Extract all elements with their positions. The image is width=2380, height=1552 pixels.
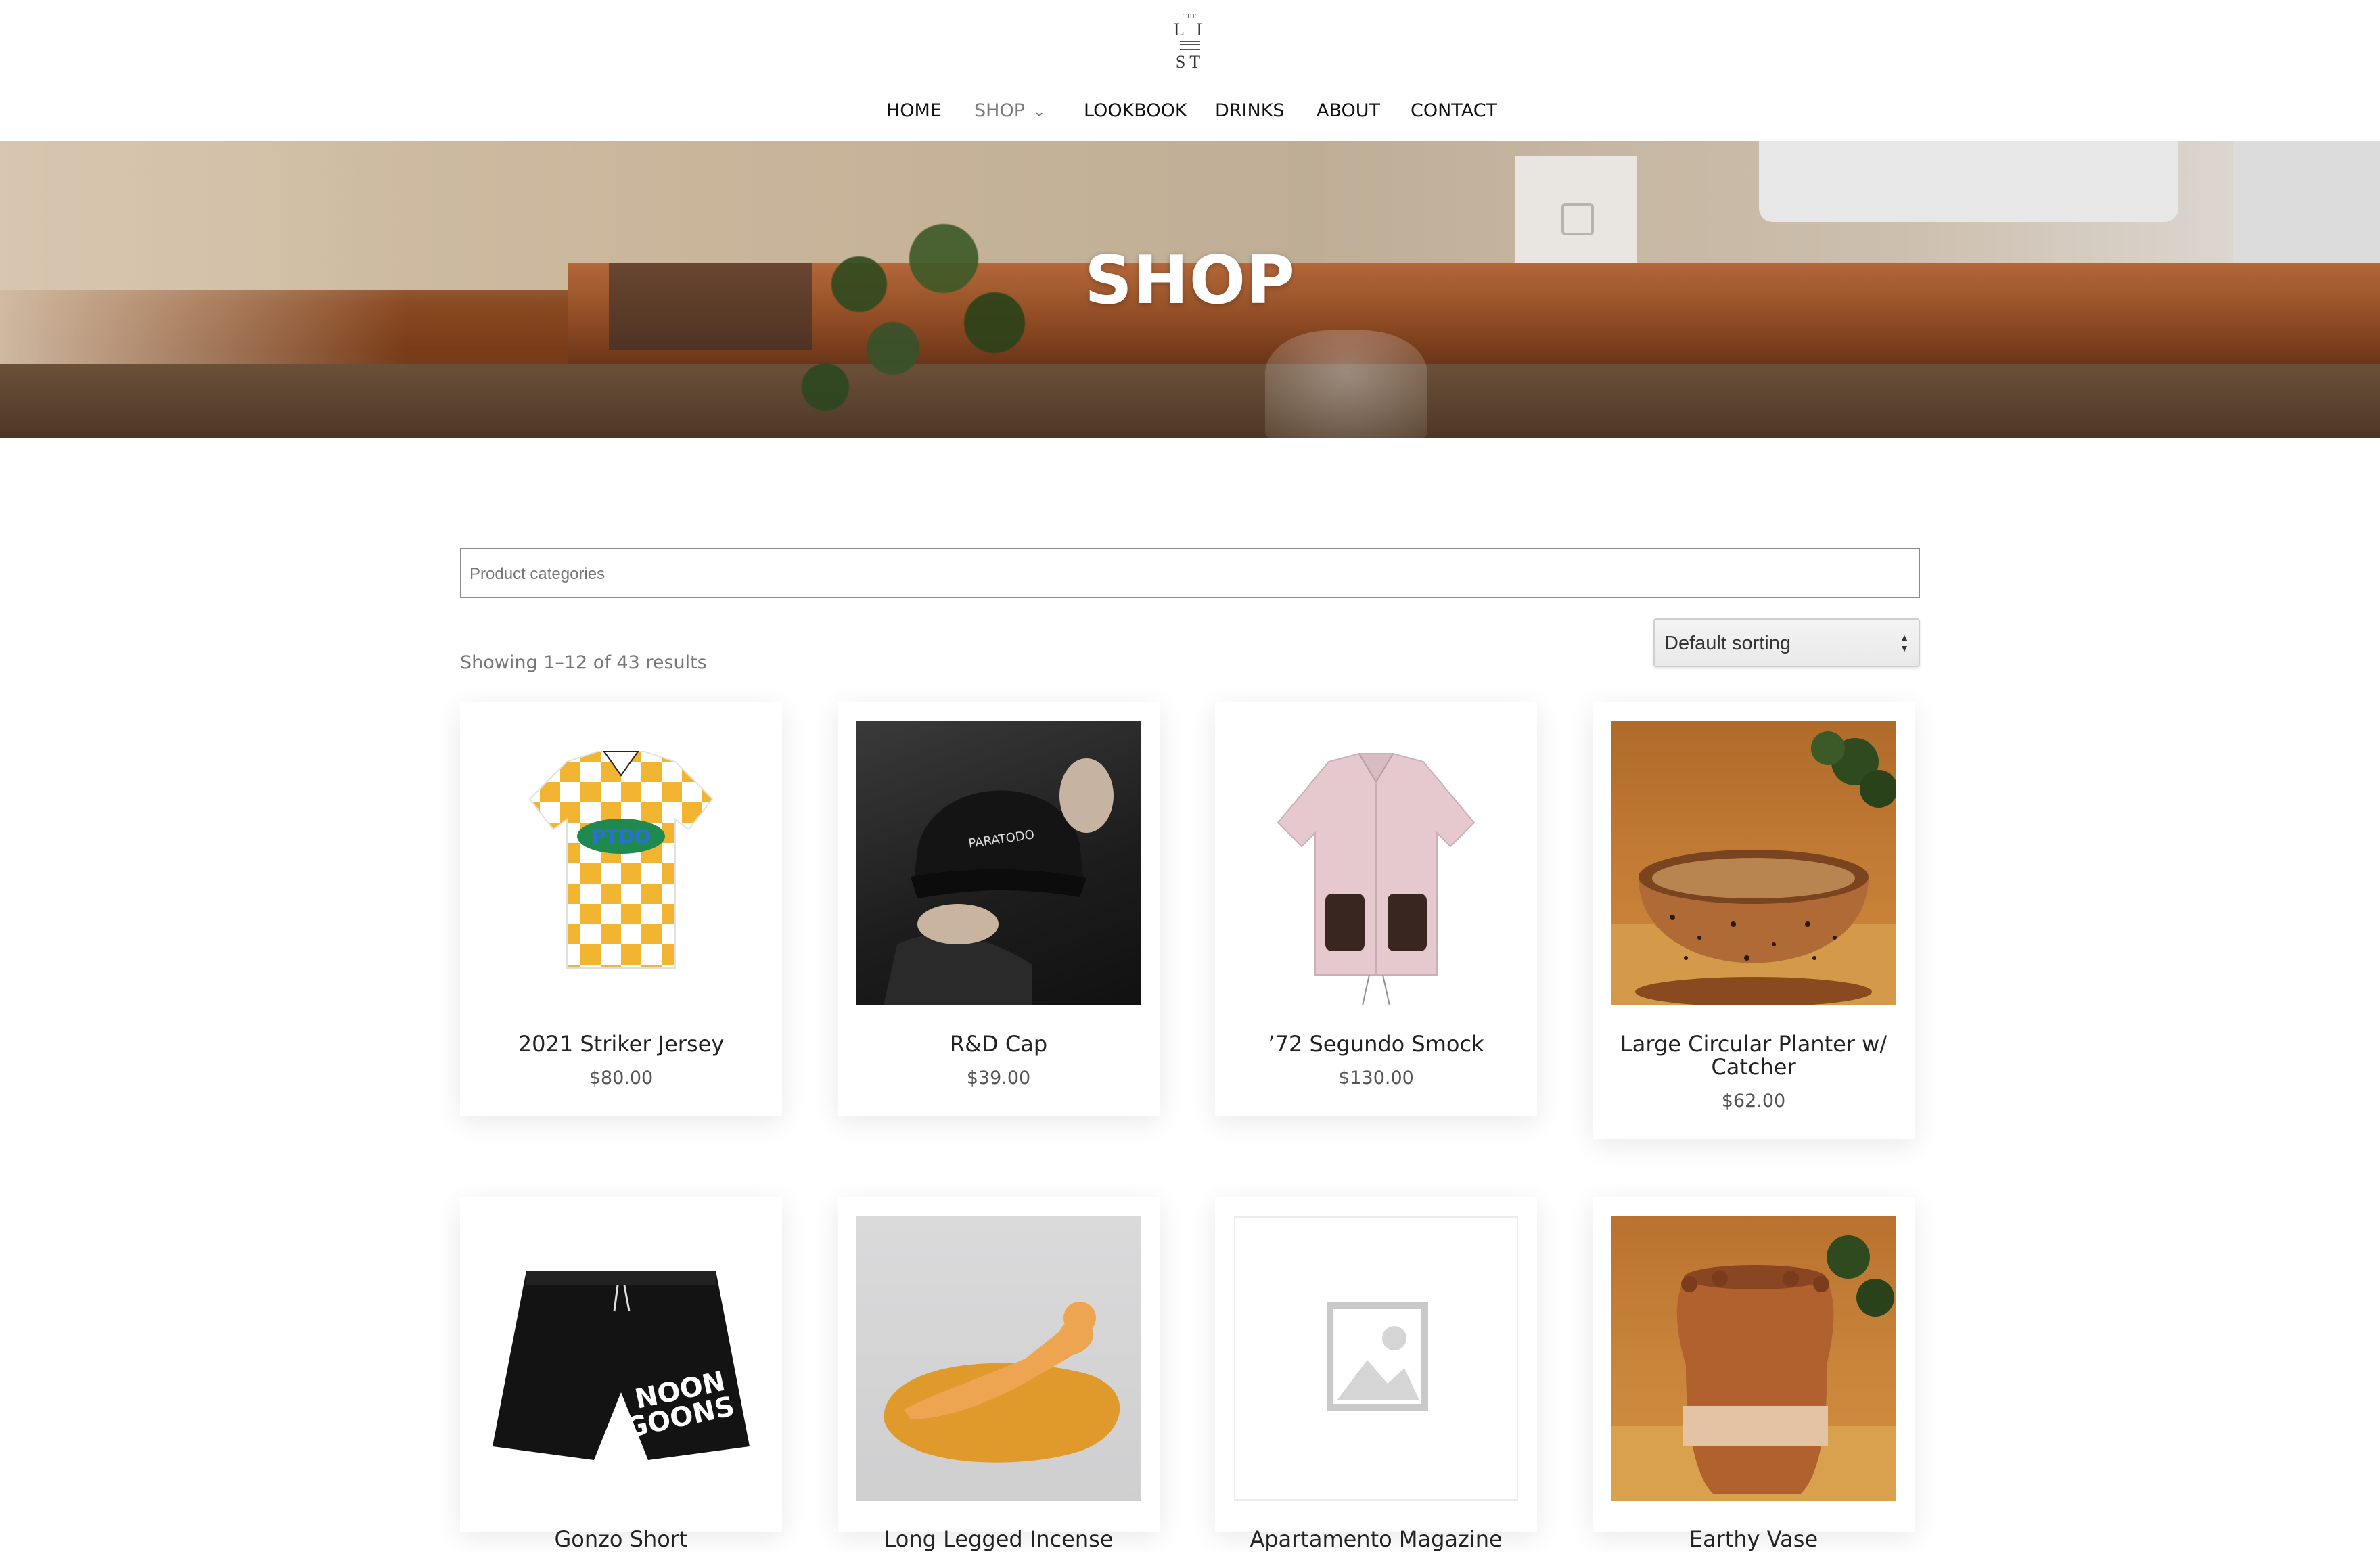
image-placeholder-icon	[1327, 1302, 1428, 1411]
product-title[interactable]: Long Legged Incense	[851, 1528, 1146, 1551]
nav-drinks[interactable]: DRINKS	[1215, 95, 1285, 127]
product-image-vase[interactable]	[1611, 1216, 1896, 1501]
hero-bg-floor	[0, 364, 2380, 438]
svg-text:PTDO: PTDO	[592, 825, 651, 848]
hero-bg-vase	[1265, 330, 1427, 438]
product-title[interactable]: R&D Cap	[851, 1032, 1146, 1055]
page-title: SHOP	[1084, 242, 1296, 319]
chevron-down-icon: ⌄	[1032, 104, 1046, 120]
product-title[interactable]: Gonzo Short	[474, 1528, 769, 1551]
product-card[interactable]: ’72 Segundo Smock $130.00	[1215, 702, 1537, 1116]
nav-contact[interactable]: CONTACT	[1411, 95, 1497, 127]
product-price: $62.00	[1721, 1091, 1786, 1112]
nav-shop[interactable]: SHOP ⌄	[974, 95, 1045, 127]
product-image-shorts[interactable]: NOON GOONS	[479, 1216, 763, 1501]
product-price: $39.00	[966, 1068, 1031, 1089]
nav-lookbook[interactable]: LOOKBOOK	[1084, 95, 1187, 127]
product-image-incense[interactable]	[856, 1216, 1141, 1501]
product-price: $130.00	[1338, 1068, 1414, 1089]
product-categories-placeholder: Product categories	[470, 565, 605, 583]
hero-bg-monitor	[1759, 141, 2178, 222]
product-card[interactable]: NOON GOONS Gonzo Short	[460, 1197, 782, 1551]
product-title[interactable]: Apartamento Magazine	[1229, 1528, 1524, 1551]
product-title[interactable]: 2021 Striker Jersey	[474, 1032, 769, 1055]
product-price: $80.00	[589, 1068, 654, 1089]
product-card[interactable]: PTDO 2021 Striker Jersey $80.00	[460, 702, 782, 1116]
site-header: THE L I ST HOME SHOP ⌄ LOOKBOOK DRINKS AB…	[0, 0, 2380, 141]
product-card[interactable]: PARATODO R&D Cap $39.00	[838, 702, 1160, 1116]
product-image-smock[interactable]	[1234, 721, 1518, 1005]
site-logo[interactable]: THE L I ST	[1170, 12, 1210, 73]
hero-banner: SHOP	[0, 141, 2380, 438]
sort-selected-value: Default sorting	[1664, 633, 1791, 654]
sort-arrows-icon: ▲ ▼	[1900, 632, 1909, 654]
product-image-cap[interactable]: PARATODO	[856, 721, 1141, 1005]
logo-rule	[1180, 41, 1200, 51]
product-title[interactable]: Earthy Vase	[1606, 1528, 1901, 1551]
nav-shop-label: SHOP	[974, 100, 1025, 121]
sort-select[interactable]: Default sorting ▲ ▼	[1653, 618, 1920, 667]
product-card[interactable]: Large Circular Planter w/ Catcher $62.00	[1593, 702, 1915, 1139]
logo-line-1: L I	[1173, 20, 1207, 39]
nav-about[interactable]: ABOUT	[1317, 95, 1380, 127]
product-image-jersey[interactable]: PTDO	[479, 721, 763, 1005]
product-title[interactable]: Large Circular Planter w/ Catcher	[1606, 1032, 1901, 1078]
nav-home[interactable]: HOME	[886, 95, 942, 127]
product-card[interactable]: Earthy Vase	[1593, 1197, 1915, 1551]
product-image-placeholder[interactable]	[1234, 1216, 1518, 1501]
main-nav: HOME SHOP ⌄ LOOKBOOK DRINKS ABOUT CONTACT	[0, 95, 2380, 127]
product-categories-select[interactable]: Product categories	[460, 548, 1920, 598]
product-card[interactable]: Apartamento Magazine	[1215, 1197, 1537, 1551]
product-image-planter[interactable]	[1611, 721, 1896, 1005]
logo-line-2: ST	[1175, 52, 1205, 72]
product-title[interactable]: ’72 Segundo Smock	[1229, 1032, 1524, 1055]
product-card[interactable]: Long Legged Incense	[838, 1197, 1160, 1551]
result-count: Showing 1–12 of 43 results	[460, 652, 707, 673]
